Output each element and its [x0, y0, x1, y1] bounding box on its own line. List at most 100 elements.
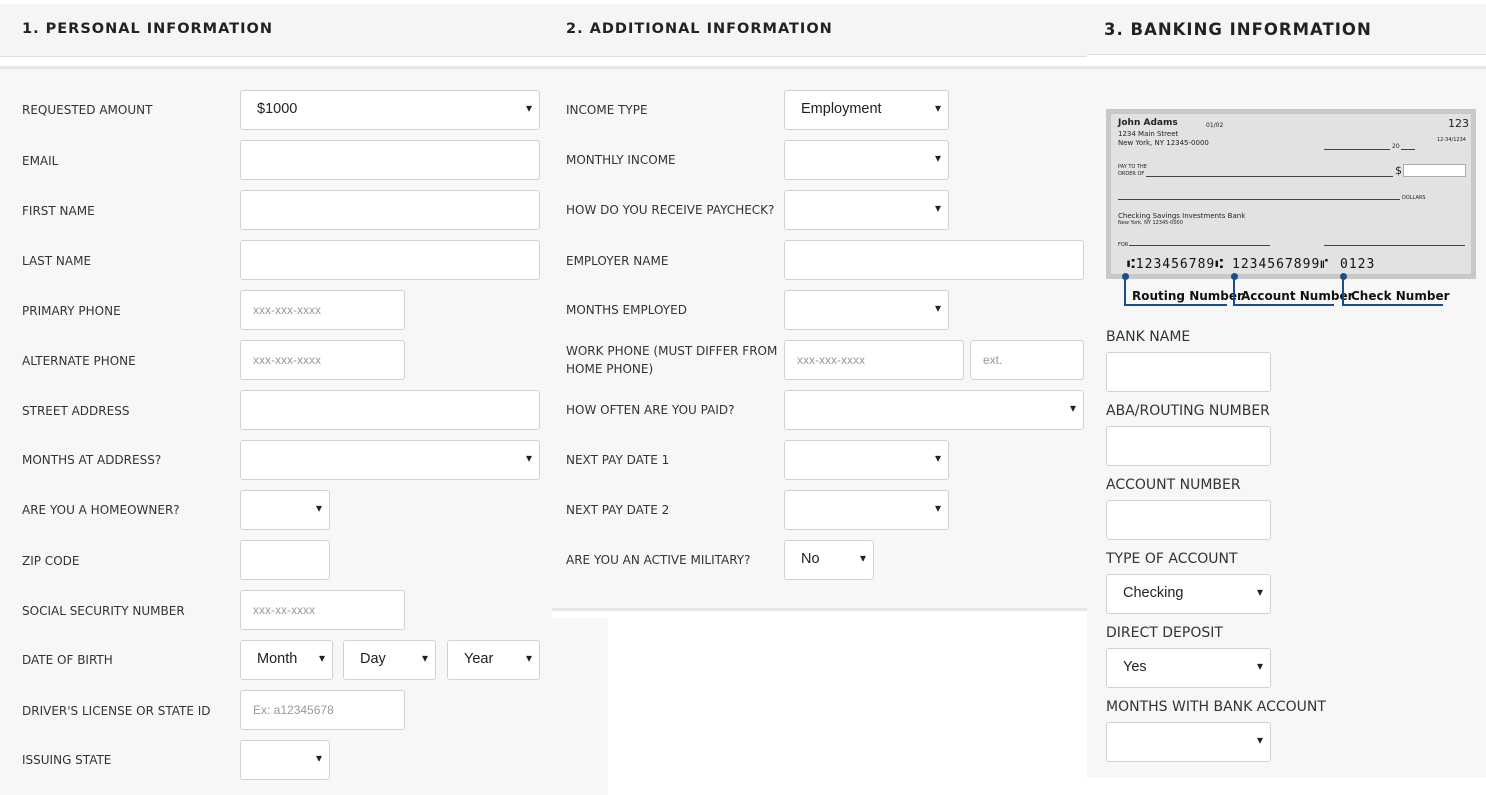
requested-amount-select[interactable]: $1000 ▾ — [240, 90, 540, 130]
alternate-phone-field[interactable]: xxx-xxx-xxxx — [240, 340, 405, 380]
next-pay-date-1-label: NEXT PAY DATE 1 — [566, 453, 670, 467]
work-phone-ext-field[interactable]: ext. — [970, 340, 1084, 380]
dob-year-select[interactable]: Year ▾ — [447, 640, 540, 680]
alternate-phone-placeholder: xxx-xxx-xxxx — [253, 353, 321, 367]
routing-pointer-line — [1124, 277, 1126, 306]
account-type-label: TYPE OF ACCOUNT — [1106, 551, 1238, 567]
direct-deposit-select[interactable]: Yes ▾ — [1106, 648, 1271, 688]
chevron-down-icon: ▾ — [525, 451, 532, 465]
chevron-down-icon: ▾ — [934, 301, 941, 315]
section-title-personal: 1. PERSONAL INFORMATION — [22, 21, 273, 37]
check-number-caption: Check Number — [1351, 289, 1450, 303]
monthly-income-select[interactable]: ▾ — [784, 140, 949, 180]
check-face: John Adams 1234 Main Street New York, NY… — [1111, 114, 1471, 274]
check-pay-to-line2: ORDER OF — [1118, 171, 1145, 177]
months-with-bank-select[interactable]: ▾ — [1106, 722, 1271, 762]
chevron-down-icon: ▾ — [1256, 585, 1263, 599]
check-pay-to-line1: PAY TO THE — [1118, 164, 1147, 170]
account-number-label: ACCOUNT NUMBER — [1106, 477, 1241, 493]
street-address-field[interactable] — [240, 390, 540, 430]
employer-name-label: EMPLOYER NAME — [566, 254, 669, 268]
chevron-down-icon: ▾ — [421, 651, 428, 665]
routing-number-label: ABA/ROUTING NUMBER — [1106, 403, 1270, 419]
section-title-additional: 2. ADDITIONAL INFORMATION — [566, 21, 833, 37]
homeowner-select[interactable]: ▾ — [240, 490, 330, 530]
zip-code-field[interactable] — [240, 540, 330, 580]
check-amount-box — [1403, 164, 1466, 177]
email-field[interactable] — [240, 140, 540, 180]
check-city: New York, NY 12345-0000 — [1118, 139, 1209, 147]
primary-phone-label: PRIMARY PHONE — [22, 304, 121, 318]
dob-month-value: Month — [257, 651, 298, 667]
check-number-top: 123 — [1448, 117, 1469, 130]
check-number-pointer-line — [1342, 277, 1344, 306]
chevron-down-icon: ▾ — [525, 651, 532, 665]
bank-name-field[interactable] — [1106, 352, 1271, 392]
active-military-label: ARE YOU AN ACTIVE MILITARY? — [566, 553, 751, 567]
check-micr-routing: ⑆123456789⑆ — [1127, 257, 1225, 272]
next-pay-date-1-select[interactable]: ▾ — [784, 440, 949, 480]
chevron-down-icon: ▾ — [934, 101, 941, 115]
check-street: 1234 Main Street — [1118, 130, 1179, 138]
chevron-down-icon: ▾ — [318, 651, 325, 665]
ssn-placeholder: xxx-xx-xxxx — [253, 603, 315, 617]
homeowner-label: ARE YOU A HOMEOWNER? — [22, 503, 180, 517]
check-date-code: 01/02 — [1206, 122, 1224, 129]
chevron-down-icon: ▾ — [1256, 733, 1263, 747]
sample-check-image: John Adams 1234 Main Street New York, NY… — [1106, 109, 1476, 279]
check-account-holder: John Adams — [1118, 118, 1178, 128]
dob-day-value: Day — [360, 651, 386, 667]
account-number-field[interactable] — [1106, 500, 1271, 540]
first-name-field[interactable] — [240, 190, 540, 230]
dob-day-select[interactable]: Day ▾ — [343, 640, 436, 680]
work-phone-label-line1: WORK PHONE (MUST DIFFER FROM — [566, 344, 778, 358]
direct-deposit-label: DIRECT DEPOSIT — [1106, 625, 1223, 641]
requested-amount-value: $1000 — [257, 101, 298, 117]
first-name-label: FIRST NAME — [22, 204, 95, 218]
check-micr-check-number: 0123 — [1340, 257, 1376, 272]
drivers-license-field[interactable]: Ex: a12345678 — [240, 690, 405, 730]
chevron-down-icon: ▾ — [1069, 401, 1076, 415]
check-words-line — [1118, 199, 1400, 200]
employer-name-field[interactable] — [784, 240, 1084, 280]
street-address-label: STREET ADDRESS — [22, 404, 130, 418]
routing-number-field[interactable] — [1106, 426, 1271, 466]
pay-frequency-select[interactable]: ▾ — [784, 390, 1084, 430]
check-year-line — [1401, 149, 1415, 150]
additional-panel-divider — [552, 608, 1087, 611]
account-type-select[interactable]: Checking ▾ — [1106, 574, 1271, 614]
active-military-select[interactable]: No ▾ — [784, 540, 874, 580]
check-number-pointer-underline — [1342, 304, 1443, 306]
months-employed-select[interactable]: ▾ — [784, 290, 949, 330]
income-type-select[interactable]: Employment ▾ — [784, 90, 949, 130]
issuing-state-select[interactable]: ▾ — [240, 740, 330, 780]
issuing-state-label: ISSUING STATE — [22, 753, 112, 767]
email-label: EMAIL — [22, 154, 59, 168]
ssn-field[interactable]: xxx-xx-xxxx — [240, 590, 405, 630]
last-name-field[interactable] — [240, 240, 540, 280]
account-number-caption: Account Number — [1241, 289, 1354, 303]
work-phone-field[interactable]: xxx-xxx-xxxx — [784, 340, 964, 380]
months-with-bank-label: MONTHS WITH BANK ACCOUNT — [1106, 699, 1326, 715]
receive-paycheck-select[interactable]: ▾ — [784, 190, 949, 230]
months-at-address-select[interactable]: ▾ — [240, 440, 540, 480]
next-pay-date-2-select[interactable]: ▾ — [784, 490, 949, 530]
check-fraction: 12-34/1234 — [1437, 137, 1466, 143]
check-year-prefix: 20 — [1392, 143, 1400, 150]
dob-year-value: Year — [464, 651, 494, 667]
check-dollars-word: DOLLARS — [1402, 195, 1426, 201]
last-name-label: LAST NAME — [22, 254, 92, 268]
direct-deposit-value: Yes — [1123, 659, 1147, 675]
routing-number-caption: Routing Number — [1132, 289, 1243, 303]
chevron-down-icon: ▾ — [934, 201, 941, 215]
account-type-value: Checking — [1123, 585, 1184, 601]
primary-phone-field[interactable]: xxx-xxx-xxxx — [240, 290, 405, 330]
chevron-down-icon: ▾ — [315, 751, 322, 765]
receive-paycheck-label: HOW DO YOU RECEIVE PAYCHECK? — [566, 203, 775, 217]
routing-pointer-underline — [1124, 304, 1227, 306]
dob-month-select[interactable]: Month ▾ — [240, 640, 333, 680]
check-for-label: FOR — [1118, 242, 1129, 248]
check-bank-name: Checking Savings Investments Bank — [1118, 212, 1246, 220]
income-type-label: INCOME TYPE — [566, 103, 648, 117]
check-memo-line — [1129, 245, 1270, 246]
